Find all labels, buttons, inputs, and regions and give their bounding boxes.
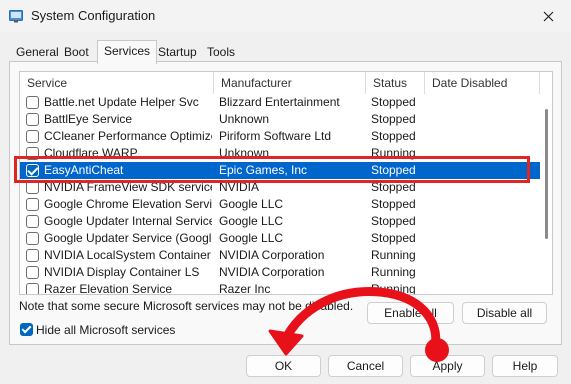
- service-status: Stopped: [371, 231, 416, 245]
- service-name: EasyAntiCheat: [44, 163, 124, 177]
- service-status: Stopped: [371, 197, 416, 211]
- checkbox[interactable]: [26, 113, 39, 126]
- service-row[interactable]: BattlEye Service Unknown Stopped: [20, 111, 540, 128]
- services-list[interactable]: Service Manufacturer Status Date Disable…: [19, 71, 553, 295]
- service-name: CCleaner Performance Optimizer...: [44, 129, 212, 143]
- cancel-button[interactable]: Cancel: [328, 355, 403, 377]
- service-name: Cloudflare WARP: [44, 146, 138, 160]
- service-manufacturer: NVIDIA Corporation: [219, 265, 325, 279]
- service-status: Stopped: [371, 129, 416, 143]
- service-manufacturer: Unknown: [219, 112, 270, 126]
- checkbox-checked[interactable]: [26, 164, 39, 177]
- service-name: BattlEye Service: [44, 112, 133, 126]
- service-row[interactable]: Cloudflare WARP Unknown Running: [20, 145, 540, 162]
- checkbox[interactable]: [26, 198, 39, 211]
- column-header-date-disabled[interactable]: Date Disabled: [425, 72, 540, 94]
- enable-all-button[interactable]: Enable all: [367, 302, 454, 324]
- tab-tools[interactable]: Tools: [200, 42, 242, 62]
- service-name: Google Chrome Elevation Servic...: [44, 197, 212, 211]
- service-status: Stopped: [371, 112, 416, 126]
- help-button[interactable]: Help: [492, 355, 558, 377]
- checkbox[interactable]: [26, 266, 39, 279]
- disable-all-button[interactable]: Disable all: [462, 302, 547, 324]
- service-row[interactable]: NVIDIA Display Container LS NVIDIA Corpor…: [20, 264, 540, 281]
- ok-button[interactable]: OK: [246, 355, 321, 377]
- service-manufacturer: Blizzard Entertainment: [219, 95, 340, 109]
- service-status: Running: [371, 282, 416, 295]
- column-header-manufacturer[interactable]: Manufacturer: [214, 72, 366, 94]
- checkbox[interactable]: [26, 181, 39, 194]
- checkbox[interactable]: [26, 249, 39, 262]
- window-title: System Configuration: [31, 8, 156, 23]
- secure-services-note: Note that some secure Microsoft services…: [19, 299, 354, 313]
- service-manufacturer: Google LLC: [219, 214, 284, 228]
- column-header-status[interactable]: Status: [366, 72, 425, 94]
- title-bar: System Configuration: [0, 0, 571, 32]
- service-row[interactable]: Battle.net Update Helper Svc Blizzard Ent…: [20, 94, 540, 111]
- close-button[interactable]: [525, 0, 571, 32]
- service-manufacturer: Google LLC: [219, 197, 284, 211]
- tab-services[interactable]: Services: [97, 40, 158, 64]
- column-header-service[interactable]: Service: [20, 72, 214, 94]
- service-row[interactable]: Google Updater Internal Service... Google…: [20, 213, 540, 230]
- service-name: NVIDIA LocalSystem Container: [44, 248, 211, 262]
- checkbox[interactable]: [26, 283, 39, 294]
- service-row[interactable]: NVIDIA FrameView SDK service NVIDIA Stoppe…: [20, 179, 540, 196]
- service-status: Running: [371, 146, 416, 160]
- tab-startup[interactable]: Startup: [151, 42, 204, 62]
- service-manufacturer: Epic Games, Inc: [219, 163, 308, 177]
- service-manufacturer: Piriform Software Ltd: [219, 129, 332, 143]
- hide-ms-services-label: Hide all Microsoft services: [36, 323, 176, 337]
- service-name: NVIDIA Display Container LS: [44, 265, 200, 279]
- msconfig-icon: [9, 10, 23, 23]
- close-icon: [543, 11, 553, 21]
- service-name: Google Updater Internal Service...: [44, 214, 212, 228]
- checkbox[interactable]: [26, 130, 39, 143]
- service-status: Running: [371, 265, 416, 279]
- checkbox[interactable]: [26, 96, 39, 109]
- service-row[interactable]: Google Updater Service (Google... Google …: [20, 230, 540, 247]
- service-row[interactable]: Google Chrome Elevation Servic... Google …: [20, 196, 540, 213]
- service-name: NVIDIA FrameView SDK service: [44, 180, 212, 194]
- service-row[interactable]: Razer Elevation Service Razer Inc Running: [20, 281, 540, 295]
- service-name: Google Updater Service (Google...: [44, 231, 212, 245]
- service-manufacturer: Razer Inc: [219, 282, 271, 295]
- vertical-scrollbar[interactable]: [542, 94, 550, 294]
- checkbox[interactable]: [26, 215, 39, 228]
- apply-button[interactable]: Apply: [410, 355, 485, 377]
- checkbox[interactable]: [26, 232, 39, 245]
- service-status: Stopped: [371, 214, 416, 228]
- checkbox-checked[interactable]: [20, 323, 33, 336]
- service-name: Razer Elevation Service: [44, 282, 173, 295]
- tab-boot[interactable]: Boot: [57, 42, 96, 62]
- service-row[interactable]: EasyAntiCheat Epic Games, Inc Stopped: [20, 162, 540, 179]
- service-row[interactable]: CCleaner Performance Optimizer... Pirifor…: [20, 128, 540, 145]
- service-manufacturer: Google LLC: [219, 231, 284, 245]
- service-status: Stopped: [371, 95, 416, 109]
- service-status: Running: [371, 248, 416, 262]
- checkbox[interactable]: [26, 147, 39, 160]
- scrollbar-thumb[interactable]: [545, 109, 548, 239]
- service-row[interactable]: NVIDIA LocalSystem Container NVIDIA Corpo…: [20, 247, 540, 264]
- service-status: Stopped: [371, 180, 416, 194]
- service-manufacturer: NVIDIA Corporation: [219, 248, 325, 262]
- service-manufacturer: NVIDIA: [219, 180, 260, 194]
- service-manufacturer: Unknown: [219, 146, 270, 160]
- service-name: Battle.net Update Helper Svc: [44, 95, 199, 109]
- service-status: Stopped: [371, 163, 416, 177]
